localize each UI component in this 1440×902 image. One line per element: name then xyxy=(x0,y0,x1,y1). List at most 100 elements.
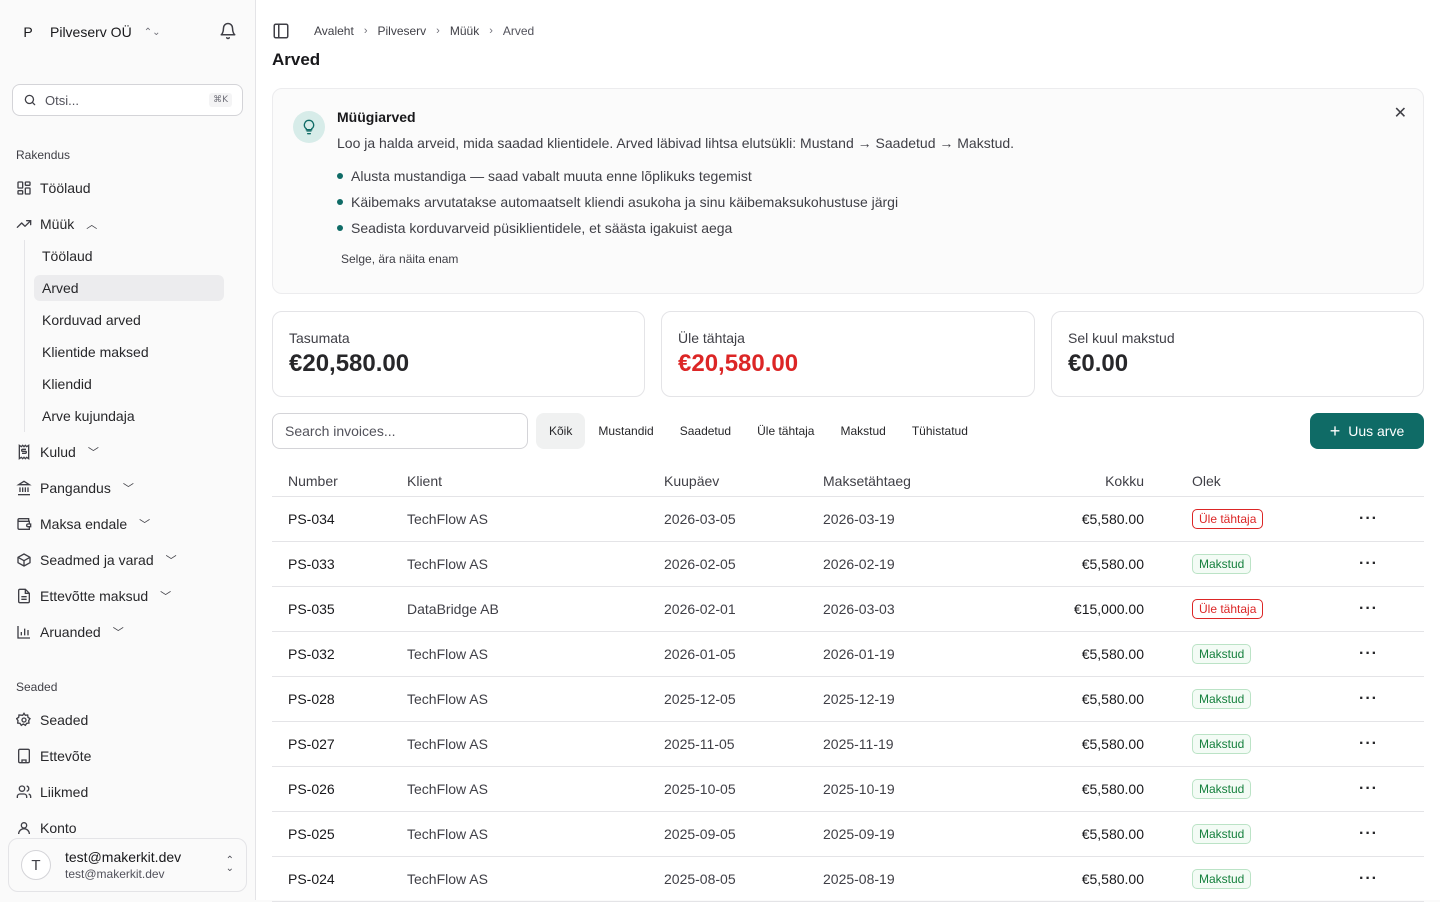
column-header[interactable]: Olek xyxy=(1192,473,1221,489)
sidebar-item-sales[interactable]: Müük ︿ xyxy=(16,210,97,238)
invoice-total: €5,580.00 xyxy=(1081,646,1144,662)
more-actions-icon[interactable]: ··· xyxy=(1359,825,1378,843)
invoice-due-date: 2026-01-19 xyxy=(823,646,895,662)
invoice-search-input[interactable]: Search invoices... xyxy=(272,413,528,449)
sidebar-item-banking[interactable]: Pangandus ﹀ xyxy=(16,474,134,502)
table-row[interactable]: PS-033 TechFlow AS 2026-02-05 2026-02-19 €5,… xyxy=(272,542,1424,587)
table-row[interactable]: PS-035 DataBridge AB 2026-02-01 2026-03-03 €… xyxy=(272,587,1424,632)
banner-bullets: Alusta mustandiga — saad vabalt muuta en… xyxy=(337,163,898,241)
tab-sent[interactable]: Saadetud xyxy=(667,413,744,449)
sidebar-item-label: Müük xyxy=(40,216,75,232)
section-label-settings: Seaded xyxy=(16,680,58,694)
status-cell: Makstud xyxy=(1192,689,1252,709)
tab-cancelled[interactable]: Tühistatud xyxy=(899,413,981,449)
tab-paid[interactable]: Makstud xyxy=(827,413,898,449)
invoice-client: TechFlow AS xyxy=(407,871,488,887)
sidebar-item-members[interactable]: Liikmed xyxy=(16,778,88,806)
user-name: test@makerkit.dev xyxy=(65,849,182,865)
breadcrumb-sales[interactable]: Müük xyxy=(450,24,479,38)
more-actions-icon[interactable]: ··· xyxy=(1359,735,1378,753)
close-icon[interactable]: ✕ xyxy=(1394,103,1407,123)
sidebar-item-taxes[interactable]: Ettevõtte maksud ﹀ xyxy=(16,582,171,610)
list-item: Alusta mustandiga — saad vabalt muuta en… xyxy=(337,163,898,189)
sidebar-item-account[interactable]: Konto xyxy=(16,814,77,834)
chevron-right-icon: › xyxy=(436,25,440,37)
more-actions-icon[interactable]: ··· xyxy=(1359,510,1378,528)
banner-title: Müügiarved xyxy=(337,109,416,125)
table-row[interactable]: PS-028 TechFlow AS 2025-12-05 2025-12-19 €5,… xyxy=(272,677,1424,722)
more-actions-icon[interactable]: ··· xyxy=(1359,600,1378,618)
stat-label: Üle tähtaja xyxy=(678,330,745,346)
breadcrumb-org[interactable]: Pilveserv xyxy=(377,24,426,38)
tab-drafts[interactable]: Mustandid xyxy=(585,413,666,449)
invoice-total: €5,580.00 xyxy=(1081,826,1144,842)
info-banner: Müügiarved Loo ja halda arveid, mida saa… xyxy=(272,88,1424,294)
dashboard-icon xyxy=(17,181,31,195)
column-header[interactable]: Maksetähtaeg xyxy=(823,473,911,489)
sidebar-item-label: Ettevõtte maksud xyxy=(40,588,149,604)
breadcrumb-home[interactable]: Avaleht xyxy=(314,24,354,38)
invoice-number[interactable]: PS-028 xyxy=(288,691,335,707)
invoice-number[interactable]: PS-032 xyxy=(288,646,335,662)
sales-subnav: Töölaud Arved Korduvad arved Klientide m… xyxy=(24,240,234,432)
sidebar-item-company[interactable]: Ettevõte xyxy=(16,742,91,770)
subnav-item-recurring[interactable]: Korduvad arved xyxy=(34,307,224,333)
subnav-item-payments[interactable]: Klientide maksed xyxy=(34,339,224,365)
column-header[interactable]: Number xyxy=(288,473,338,489)
invoice-number[interactable]: PS-033 xyxy=(288,556,335,572)
subnav-item-designer[interactable]: Arve kujundaja xyxy=(34,403,224,429)
document-icon xyxy=(18,588,30,604)
subnav-item-invoices[interactable]: Arved xyxy=(34,275,224,301)
dismiss-link[interactable]: Selge, ära näita enam xyxy=(341,252,458,266)
sidebar-item-reports[interactable]: Aruanded ﹀ xyxy=(16,618,124,646)
sidebar-item-expenses[interactable]: Kulud ﹀ xyxy=(16,438,99,466)
invoice-number[interactable]: PS-025 xyxy=(288,826,335,842)
status-badge: Makstud xyxy=(1192,779,1252,799)
more-actions-icon[interactable]: ··· xyxy=(1359,645,1378,663)
table-row[interactable]: PS-025 TechFlow AS 2025-09-05 2025-09-19 €5,… xyxy=(272,812,1424,857)
banner-description: Loo ja halda arveid, mida saadad klienti… xyxy=(337,135,1015,151)
invoice-due-date: 2026-03-03 xyxy=(823,601,895,617)
invoice-client: TechFlow AS xyxy=(407,691,488,707)
sidebar-item-settings[interactable]: Seaded xyxy=(16,706,88,734)
table-row[interactable]: PS-026 TechFlow AS 2025-10-05 2025-10-19 €5,… xyxy=(272,767,1424,812)
table-row[interactable]: PS-024 TechFlow AS 2025-08-05 2025-08-19 €5,… xyxy=(272,857,1424,902)
breadcrumb-current: Arved xyxy=(502,24,535,38)
subnav-item-clients[interactable]: Kliendid xyxy=(34,371,224,397)
sidebar-item-assets[interactable]: Seadmed ja varad ﹀ xyxy=(16,546,177,574)
table-row[interactable]: PS-032 TechFlow AS 2026-01-05 2026-01-19 €5,… xyxy=(272,632,1424,677)
invoice-number[interactable]: PS-035 xyxy=(288,601,335,617)
more-actions-icon[interactable]: ··· xyxy=(1359,870,1378,888)
tab-all[interactable]: Kõik xyxy=(536,413,586,449)
search-placeholder: Otsi... xyxy=(45,92,79,108)
invoice-number[interactable]: PS-027 xyxy=(288,736,335,752)
more-actions-icon[interactable]: ··· xyxy=(1359,690,1378,708)
status-cell: Makstud xyxy=(1192,824,1252,844)
sidebar: P Pilveserv OÜ ⌃⌄ Otsi... ⌘K Rakendus Tö… xyxy=(0,0,256,900)
column-header[interactable]: Kokku xyxy=(1105,473,1144,489)
table-row[interactable]: PS-034 TechFlow AS 2026-03-05 2026-03-19 €5,… xyxy=(272,497,1424,542)
sidebar-item-dashboard[interactable]: Töölaud xyxy=(16,174,91,202)
column-header[interactable]: Kuupäev xyxy=(664,473,719,489)
invoice-number[interactable]: PS-024 xyxy=(288,871,335,887)
gear-icon xyxy=(16,712,31,727)
sidebar-search[interactable]: Otsi... ⌘K xyxy=(12,84,243,116)
bell-icon[interactable] xyxy=(219,22,237,40)
subnav-item-dashboard[interactable]: Töölaud xyxy=(34,243,224,269)
invoice-due-date: 2025-09-19 xyxy=(823,826,895,842)
tab-overdue[interactable]: Üle tähtaja xyxy=(744,413,827,449)
table-row[interactable]: PS-027 TechFlow AS 2025-11-05 2025-11-19 €5,… xyxy=(272,722,1424,767)
receipt-icon xyxy=(18,444,30,460)
user-menu[interactable]: T test@makerkit.dev test@makerkit.dev ⌃ ⌄ xyxy=(8,838,247,892)
column-header[interactable]: Klient xyxy=(407,473,442,489)
invoice-number[interactable]: PS-026 xyxy=(288,781,335,797)
org-switcher[interactable]: P Pilveserv OÜ ⌃⌄ xyxy=(16,20,160,44)
invoice-number[interactable]: PS-034 xyxy=(288,511,335,527)
sidebar-clip: Konto xyxy=(0,812,255,834)
new-invoice-button[interactable]: + Uus arve xyxy=(1310,413,1424,449)
sidebar-toggle-icon[interactable] xyxy=(272,22,290,40)
sidebar-item-pay-yourself[interactable]: Maksa endale ﹀ xyxy=(16,510,150,538)
more-actions-icon[interactable]: ··· xyxy=(1359,780,1378,798)
more-actions-icon[interactable]: ··· xyxy=(1359,555,1378,573)
stat-value: €20,580.00 xyxy=(289,350,410,377)
